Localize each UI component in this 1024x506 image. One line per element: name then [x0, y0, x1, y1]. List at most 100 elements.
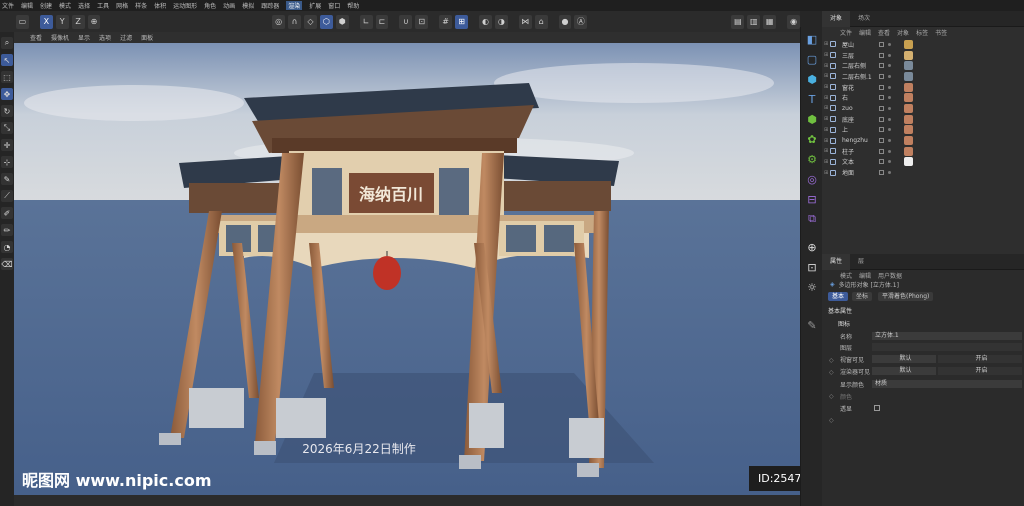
- render-dot-icon[interactable]: [888, 53, 891, 57]
- move-icon[interactable]: ✥: [1, 88, 13, 100]
- field-icon[interactable]: ◎: [804, 171, 820, 187]
- render-dot-icon[interactable]: [888, 96, 891, 100]
- viewport-visible-select[interactable]: 默认: [872, 355, 936, 363]
- rotate-icon[interactable]: ↻: [1, 105, 13, 117]
- light-icon[interactable]: ☼: [804, 279, 820, 295]
- points-mode-icon[interactable]: ∩: [288, 14, 301, 29]
- world-coord-icon[interactable]: ⊕: [87, 14, 101, 29]
- visibility-toggle[interactable]: [879, 138, 884, 144]
- menu-item-14[interactable]: 渲染: [286, 1, 303, 10]
- menu-item-12[interactable]: 模拟: [242, 1, 254, 10]
- object-row[interactable]: ⊞ 文本: [822, 157, 1024, 168]
- om-menu-item[interactable]: 书签: [935, 28, 947, 37]
- sculpt-icon[interactable]: ◔: [1, 241, 13, 253]
- render-dot-icon[interactable]: [888, 128, 891, 132]
- render-picture-icon[interactable]: ▥: [747, 14, 761, 29]
- polygons-mode-icon[interactable]: ⬡: [319, 14, 333, 29]
- annotation-icon[interactable]: Ⓐ: [574, 14, 588, 29]
- erase-icon[interactable]: ⌫: [1, 258, 13, 270]
- name-field[interactable]: 立方体.1: [872, 332, 1022, 340]
- viewport-menu-item[interactable]: 面板: [141, 33, 153, 42]
- polygon-pen-icon[interactable]: ✏: [1, 224, 13, 236]
- viewport-menu-item[interactable]: 摄像机: [51, 33, 69, 42]
- brush-icon[interactable]: ✎: [1, 173, 13, 185]
- om-menu-item[interactable]: 文件: [840, 28, 852, 37]
- material-tag[interactable]: [904, 136, 913, 146]
- om-menu-item[interactable]: 标签: [916, 28, 928, 37]
- axis-mode-icon[interactable]: ∟: [359, 14, 373, 29]
- layout-icon[interactable]: ◉: [787, 14, 800, 29]
- tab-attributes[interactable]: 属性: [822, 253, 851, 270]
- menu-item-0[interactable]: 文件: [2, 1, 14, 10]
- menu-item-5[interactable]: 工具: [97, 1, 109, 10]
- subtab-phong[interactable]: 平滑着色(Phong): [878, 292, 934, 301]
- symmetry-icon[interactable]: ⋈: [518, 14, 532, 29]
- material-tag[interactable]: [904, 93, 913, 103]
- render-dot-icon[interactable]: [888, 117, 891, 121]
- menu-item-1[interactable]: 编辑: [21, 1, 33, 10]
- scale-icon[interactable]: ⤡: [1, 122, 13, 134]
- uv-mode-icon[interactable]: ⬢: [335, 14, 349, 29]
- viewport-visible-extra[interactable]: 开启: [938, 355, 1022, 363]
- effector-icon[interactable]: ⚙: [804, 151, 820, 167]
- pen-icon[interactable]: ✎: [804, 317, 820, 333]
- expand-icon[interactable]: ⊞: [824, 41, 828, 47]
- xray-checkbox[interactable]: [874, 405, 880, 411]
- expand-icon[interactable]: ⊞: [824, 63, 828, 69]
- object-row[interactable]: ⊞ 三层: [822, 50, 1024, 61]
- transform-icon[interactable]: ✛: [1, 139, 13, 151]
- material-tag[interactable]: [904, 61, 913, 71]
- menu-item-9[interactable]: 运动图形: [173, 1, 197, 10]
- viewport-menu-item[interactable]: 选项: [99, 33, 111, 42]
- render-dot-icon[interactable]: [888, 106, 891, 110]
- expand-icon[interactable]: ⊞: [824, 95, 828, 101]
- visibility-toggle[interactable]: [879, 116, 884, 122]
- menu-item-11[interactable]: 动画: [223, 1, 235, 10]
- quantize-icon[interactable]: ◑: [494, 14, 508, 29]
- axis-z-button[interactable]: Z: [71, 14, 85, 29]
- object-row[interactable]: ⊞ 二层右侧: [822, 60, 1024, 71]
- expand-icon[interactable]: ⊞: [824, 170, 828, 176]
- render-icon[interactable]: ⊡: [804, 259, 820, 275]
- scene-icon[interactable]: ⧉: [804, 211, 820, 227]
- axis-x-button[interactable]: X: [39, 14, 53, 29]
- object-row[interactable]: ⊞ 右: [822, 92, 1024, 103]
- workplane-icon[interactable]: ◐: [478, 14, 492, 29]
- menu-item-8[interactable]: 体积: [154, 1, 166, 10]
- material-tag[interactable]: [904, 39, 913, 49]
- expand-icon[interactable]: ⊞: [824, 84, 828, 90]
- material-tag[interactable]: [904, 146, 913, 156]
- object-row[interactable]: ⊞ 底座: [822, 114, 1024, 125]
- display-color-select[interactable]: 材质: [872, 380, 1022, 388]
- om-menu-item[interactable]: 编辑: [859, 28, 871, 37]
- grid-snap-icon[interactable]: ⊞: [455, 14, 468, 29]
- guide-icon[interactable]: ⌂: [534, 14, 548, 29]
- subtab-basic[interactable]: 基本: [828, 292, 849, 301]
- render-dot-icon[interactable]: [888, 171, 891, 175]
- object-row[interactable]: ⊞ 柱子: [822, 146, 1024, 157]
- model-mode-icon[interactable]: ◎: [272, 14, 286, 29]
- visibility-toggle[interactable]: [879, 73, 884, 79]
- select-icon[interactable]: ⬚: [1, 71, 13, 83]
- visibility-toggle[interactable]: [879, 63, 884, 69]
- tab-layers[interactable]: 层: [850, 254, 872, 270]
- magnet-icon[interactable]: ∪: [399, 14, 413, 29]
- menu-item-7[interactable]: 样条: [135, 1, 147, 10]
- menu-item-16[interactable]: 窗口: [328, 1, 340, 10]
- menu-item-10[interactable]: 角色: [204, 1, 216, 10]
- visibility-toggle[interactable]: [879, 52, 884, 58]
- render-view-icon[interactable]: ▤: [731, 14, 745, 29]
- object-row[interactable]: ⊞ 屋山: [822, 39, 1024, 50]
- tab-objects[interactable]: 对象: [822, 10, 851, 27]
- material-tag[interactable]: [904, 157, 913, 167]
- viewport-layout-icon[interactable]: ▭: [16, 14, 29, 29]
- render-visible-extra[interactable]: 开启: [938, 367, 1022, 375]
- menu-item-6[interactable]: 网格: [116, 1, 128, 10]
- render-dot-icon[interactable]: [888, 149, 891, 153]
- om-menu-item[interactable]: 对象: [897, 28, 909, 37]
- expand-icon[interactable]: ⊞: [824, 148, 828, 154]
- visibility-toggle[interactable]: [879, 127, 884, 133]
- soft-selection-icon[interactable]: ●: [558, 14, 572, 29]
- snap-icon[interactable]: #: [439, 14, 453, 29]
- visibility-toggle[interactable]: [879, 170, 884, 176]
